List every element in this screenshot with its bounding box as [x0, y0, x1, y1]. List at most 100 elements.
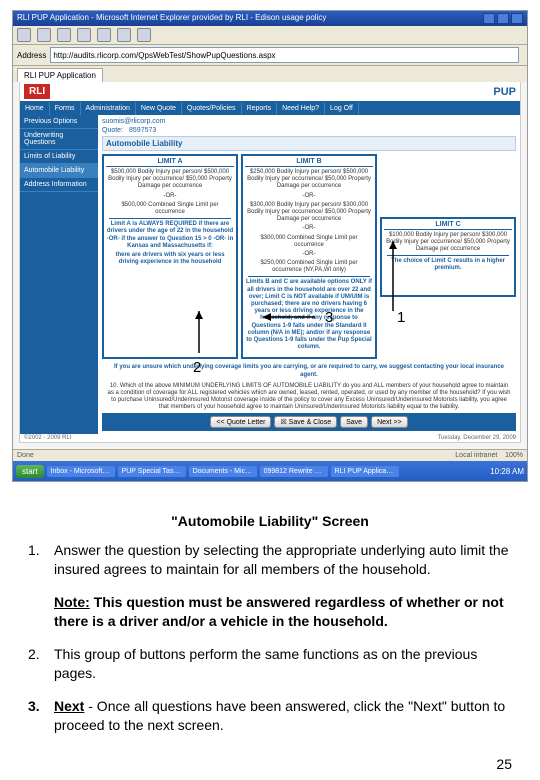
menu-quotes-policies[interactable]: Quotes/Policies [182, 102, 242, 115]
limit-a-req: Limit A is ALWAYS REQUIRED if there are … [106, 221, 234, 250]
forward-icon[interactable] [37, 28, 51, 42]
menu-admin[interactable]: Administration [81, 102, 136, 115]
search-icon[interactable] [117, 28, 131, 42]
limit-b-line1: $250,000 Bodily Injury per person/ $500,… [245, 169, 373, 191]
tab-strip: RLI PUP Application [13, 66, 527, 82]
doc-item-3: 3. Next - Once all questions have been a… [28, 697, 512, 735]
browser-toolbar [13, 26, 527, 45]
taskbar-item[interactable]: Documents - Micros… [189, 466, 257, 477]
address-input[interactable] [50, 47, 519, 63]
stop-icon[interactable] [57, 28, 71, 42]
doc-item-lead: Next [54, 698, 84, 714]
limit-a-box: LIMIT A $500,000 Bodily Injury per perso… [102, 154, 238, 359]
doc-item-2: 2. This group of buttons perform the sam… [28, 645, 512, 683]
taskbar-item[interactable]: 099812 Rewrite PUP… [260, 466, 328, 477]
menu-new-quote[interactable]: New Quote [136, 102, 182, 115]
side-nav: Previous Options Underwriting Questions … [20, 115, 98, 434]
page-number: 25 [0, 756, 540, 780]
copyright-left: ©2002 - 2009 RLI [24, 435, 71, 441]
limits-row: LIMIT A $500,000 Bodily Injury per perso… [102, 154, 516, 359]
status-bar: Done Local intranet 100% [13, 449, 527, 461]
address-bar: Address [13, 45, 527, 66]
browser-tab[interactable]: RLI PUP Application [17, 68, 103, 82]
address-label: Address [17, 51, 46, 60]
callout-1: 1 [397, 309, 405, 326]
limit-c-note: The choice of Limit C results in a highe… [384, 258, 512, 272]
doc-title: "Automobile Liability" Screen [28, 512, 512, 531]
copyright-right: Tuesday, December 29, 2009 [438, 435, 516, 441]
doc-item-text: Answer the question by selecting the app… [54, 541, 512, 579]
save-close-button[interactable]: ☒ Save & Close [274, 416, 337, 428]
app-header: RLI PUP [20, 82, 520, 102]
button-row: << Quote Letter ☒ Save & Close Save Next… [102, 413, 516, 431]
minimize-icon[interactable] [483, 13, 495, 24]
crumb-user: suomis@rlicorp.com [102, 118, 166, 125]
status-left: Done [17, 452, 34, 459]
main-panel: suomis@rlicorp.com Quote: 8597573 Automo… [98, 115, 520, 434]
limit-c-line1: $100,000 Bodily Injury per person/ $300,… [384, 232, 512, 254]
close-icon[interactable] [511, 13, 523, 24]
taskbar-item[interactable]: RLI PUP Application -… [331, 466, 399, 477]
window-controls [483, 13, 523, 24]
start-button[interactable]: start [16, 465, 44, 478]
window-titlebar: RLI PUP Application - Microsoft Internet… [13, 11, 527, 26]
limit-a-line1: $500,000 Bodily Injury per person/ $500,… [106, 169, 234, 191]
status-zoom: 100% [505, 452, 523, 459]
callout-arrow-3 [263, 307, 323, 327]
main-menu: Home Forms Administration New Quote Quot… [20, 102, 520, 115]
maximize-icon[interactable] [497, 13, 509, 24]
taskbar-item[interactable]: Inbox - Microsoft Out… [47, 466, 115, 477]
limit-b-title: LIMIT B [245, 158, 373, 167]
taskbar-item[interactable]: PUP Special Task Se… [118, 466, 186, 477]
limit-c-title: LIMIT C [384, 221, 512, 230]
refresh-icon[interactable] [77, 28, 91, 42]
limit-b-line4: $250,000 Combined Single Limit per occur… [245, 260, 373, 274]
callout-3: 3 [325, 309, 333, 326]
callout-2: 2 [193, 359, 201, 376]
menu-forms[interactable]: Forms [50, 102, 81, 115]
limit-a-title: LIMIT A [106, 158, 234, 167]
menu-help[interactable]: Need Help? [277, 102, 325, 115]
doc-note-body: This question must be answered regardles… [54, 594, 504, 629]
disclaimer-text: 10. Which of the above MINIMUM UNDERLYIN… [102, 381, 516, 414]
limit-b-line3: $300,000 Combined Single Limit per occur… [245, 235, 373, 249]
favorites-icon[interactable] [137, 28, 151, 42]
doc-item-num: 2. [28, 645, 54, 683]
doc-item-text: Next - Once all questions have been answ… [54, 697, 512, 735]
section-title: Automobile Liability [102, 136, 516, 151]
limit-a-req2: there are drivers with six years or less… [106, 252, 234, 266]
doc-item-num: 3. [28, 697, 54, 735]
doc-note: Note: This question must be answered reg… [54, 593, 512, 631]
crumbs: suomis@rlicorp.com [102, 118, 516, 125]
window-title: RLI PUP Application - Microsoft Internet… [17, 13, 326, 24]
menu-logoff[interactable]: Log Off [325, 102, 359, 115]
home-icon[interactable] [97, 28, 111, 42]
save-button[interactable]: Save [340, 416, 368, 428]
doc-item-text: This group of buttons perform the same f… [54, 645, 512, 683]
sidenav-address[interactable]: Address Information [20, 178, 98, 192]
crumbs2: Quote: 8597573 [102, 127, 516, 134]
rli-logo: RLI [24, 84, 50, 99]
sidenav-prev-options[interactable]: Previous Options [20, 115, 98, 129]
doc-item-num: 1. [28, 541, 54, 579]
doc-item-1: 1. Answer the question by selecting the … [28, 541, 512, 579]
limit-a-or1: -OR- [106, 193, 234, 200]
sidenav-auto-liability[interactable]: Automobile Liability [20, 164, 98, 178]
menu-reports[interactable]: Reports [242, 102, 278, 115]
crumb-quote: 8597573 [129, 127, 156, 134]
status-zone: Local intranet [455, 452, 497, 459]
limit-a-line2: $500,000 Combined Single Limit per occur… [106, 202, 234, 216]
product-label: PUP [493, 86, 516, 98]
limit-b-box: LIMIT B $250,000 Bodily Injury per perso… [241, 154, 377, 359]
quote-letter-button[interactable]: << Quote Letter [210, 416, 271, 428]
doc-note-lead: Note: [54, 594, 90, 610]
doc-item-rest: - Once all questions have been answered,… [54, 698, 505, 733]
document-body: "Automobile Liability" Screen 1. Answer … [0, 482, 540, 756]
menu-home[interactable]: Home [20, 102, 50, 115]
next-button[interactable]: Next >> [371, 416, 408, 428]
taskbar-clock: 10:28 AM [490, 467, 524, 476]
taskbar: start Inbox - Microsoft Out… PUP Special… [13, 461, 527, 481]
back-icon[interactable] [17, 28, 31, 42]
sidenav-limits[interactable]: Limits of Liability [20, 150, 98, 164]
sidenav-uw-questions[interactable]: Underwriting Questions [20, 129, 98, 150]
